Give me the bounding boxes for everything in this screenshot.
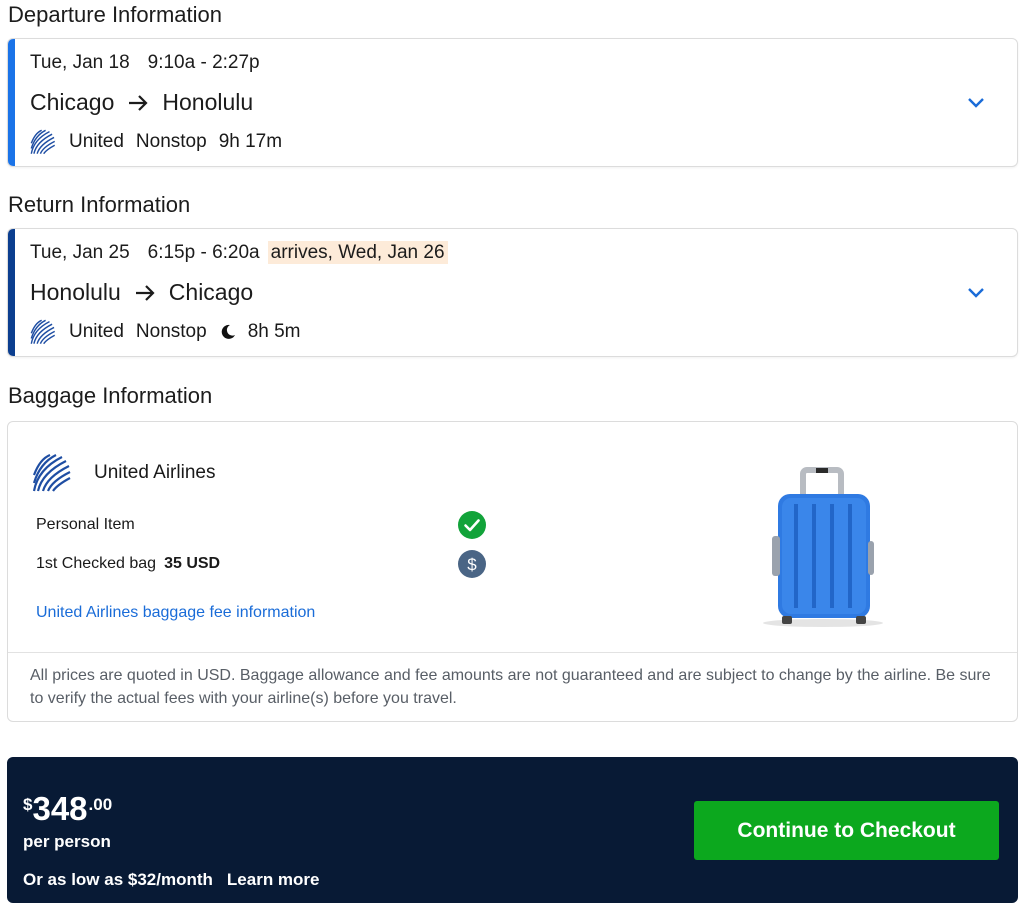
price-cents: .00 <box>88 795 113 814</box>
return-flight-card[interactable]: Tue, Jan 25 6:15p - 6:20a arrives, Wed, Ja… <box>7 228 1018 357</box>
moon-icon <box>220 324 236 340</box>
monthly-price-text: Or as low as $32/month <box>23 870 213 889</box>
departure-accent-bar <box>8 39 15 166</box>
checked-bag-fee: 35 USD <box>164 555 221 572</box>
checked-bag-label: 1st Checked bag <box>36 555 157 572</box>
return-route: Honolulu Chicago <box>30 279 253 306</box>
departure-carrier-info: United Nonstop 9h 17m <box>30 129 282 155</box>
united-logo-icon <box>30 319 56 345</box>
return-duration: 8h 5m <box>247 321 301 342</box>
learn-more-link[interactable]: Learn more <box>227 870 320 889</box>
chevron-down-icon[interactable] <box>967 285 985 303</box>
departure-airline: United <box>69 131 124 152</box>
departure-section-title: Departure Information <box>8 2 222 27</box>
baggage-section-title: Baggage Information <box>8 383 213 408</box>
checkout-bar: $348.00 per person Or as low as $32/mont… <box>7 757 1018 903</box>
return-date: Tue, Jan 25 <box>30 242 130 263</box>
baggage-airline-name: United Airlines <box>94 462 216 483</box>
return-schedule: Tue, Jan 25 6:15p - 6:20a arrives, Wed, Ja… <box>30 241 448 264</box>
arrow-right-icon <box>128 94 148 112</box>
united-logo-icon <box>30 453 74 493</box>
svg-text:$: $ <box>467 555 477 574</box>
return-destination: Chicago <box>168 279 254 305</box>
chevron-down-icon[interactable] <box>967 95 985 113</box>
departure-flight-card[interactable]: Tue, Jan 18 9:10a - 2:27p Chicago Honolul… <box>7 38 1018 167</box>
dollar-circle-icon: $ <box>458 550 486 578</box>
return-time: 6:15p - 6:20a <box>147 242 260 263</box>
check-circle-icon <box>458 511 486 539</box>
personal-item-label: Personal Item <box>36 516 135 533</box>
return-section-title: Return Information <box>8 192 191 217</box>
return-airline: United <box>69 321 124 342</box>
departure-schedule: Tue, Jan 18 9:10a - 2:27p <box>30 52 260 74</box>
baggage-disclaimer: All prices are quoted in USD. Baggage al… <box>30 667 991 707</box>
baggage-divider <box>8 652 1017 653</box>
united-logo-icon <box>30 129 56 155</box>
departure-date: Tue, Jan 18 <box>30 52 130 73</box>
baggage-fee-link[interactable]: United Airlines baggage fee information <box>36 604 315 622</box>
return-stops: Nonstop <box>135 321 207 342</box>
price-display: $348.00 <box>23 791 112 827</box>
departure-stops: Nonstop <box>135 131 207 152</box>
departure-duration: 9h 17m <box>218 131 283 152</box>
departure-origin: Chicago <box>30 89 115 115</box>
departure-destination: Honolulu <box>162 89 254 115</box>
price-amount: 348 <box>32 790 88 827</box>
arrow-right-icon <box>135 284 155 302</box>
return-origin: Honolulu <box>30 279 121 305</box>
return-accent-bar <box>8 229 15 356</box>
checked-bag-row: 1st Checked bag 35 USD <box>36 555 220 573</box>
return-arrival-note: arrives, Wed, Jan 26 <box>267 241 448 264</box>
baggage-card: United Airlines Personal Item 1st Checke… <box>7 421 1018 722</box>
suitcase-icon <box>763 467 883 627</box>
price-currency: $ <box>23 795 33 814</box>
per-person-label: per person <box>23 832 111 851</box>
departure-time: 9:10a - 2:27p <box>147 52 260 73</box>
monthly-financing: Or as low as $32/month Learn more <box>23 870 320 890</box>
departure-route: Chicago Honolulu <box>30 89 253 116</box>
continue-to-checkout-button[interactable]: Continue to Checkout <box>694 801 999 860</box>
return-carrier-info: United Nonstop 8h 5m <box>30 319 301 345</box>
